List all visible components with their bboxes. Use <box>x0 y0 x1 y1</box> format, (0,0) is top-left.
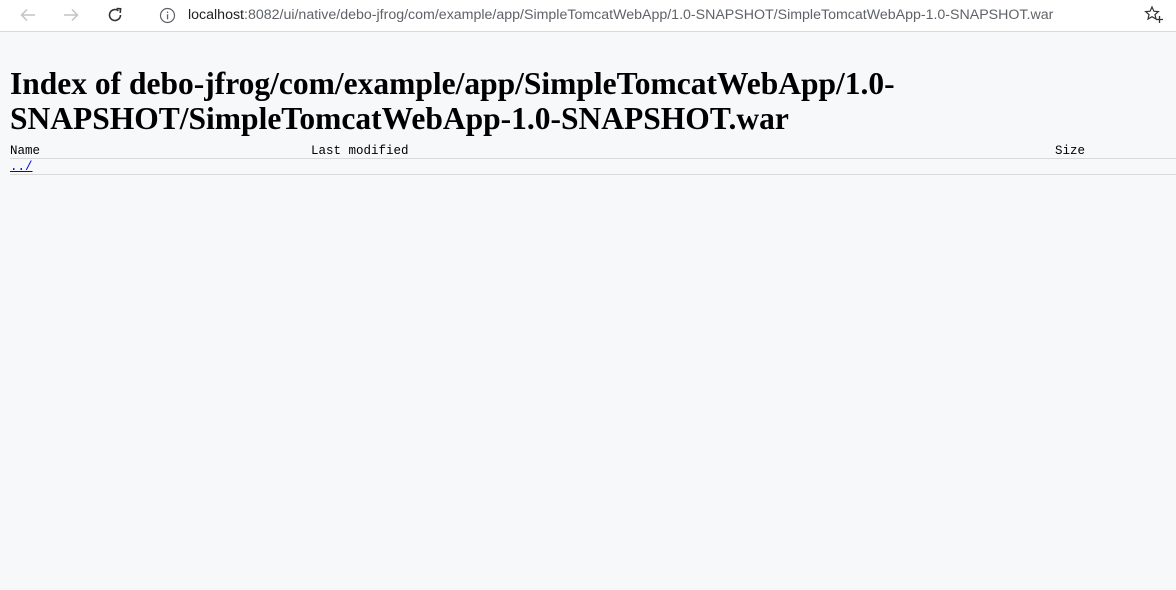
column-size-header: Size <box>1055 144 1086 158</box>
back-button[interactable] <box>14 2 42 28</box>
page-title: Index of debo-jfrog/com/example/app/Simp… <box>10 66 895 136</box>
star-plus-icon <box>1144 5 1163 23</box>
address-bar[interactable]: localhost:8082/ui/native/debo-jfrog/com/… <box>146 1 1176 29</box>
column-last-modified-header: Last modified <box>311 144 409 158</box>
page-content: Index of debo-jfrog/com/example/app/Simp… <box>10 33 1176 175</box>
browser-toolbar: localhost:8082/ui/native/debo-jfrog/com/… <box>0 0 1176 32</box>
arrow-left-icon <box>20 8 35 22</box>
url-text[interactable]: localhost:8082/ui/native/debo-jfrog/com/… <box>188 6 1053 24</box>
url-host: localhost <box>188 7 244 23</box>
column-name-header: Name <box>10 144 41 158</box>
url-path: :8082/ui/native/debo-jfrog/com/example/a… <box>244 7 1054 23</box>
add-favorite-button[interactable] <box>1143 5 1165 25</box>
forward-button[interactable] <box>57 2 85 28</box>
arrow-right-icon <box>64 8 79 22</box>
reload-icon <box>108 7 122 22</box>
listing-header: Name Last modified Size <box>10 142 1176 159</box>
info-icon[interactable] <box>158 6 176 24</box>
list-item: ../ <box>10 159 1176 175</box>
parent-directory-link[interactable]: ../ <box>10 160 33 174</box>
reload-button[interactable] <box>101 2 129 28</box>
file-listing: Name Last modified Size ../ <box>10 142 1176 175</box>
